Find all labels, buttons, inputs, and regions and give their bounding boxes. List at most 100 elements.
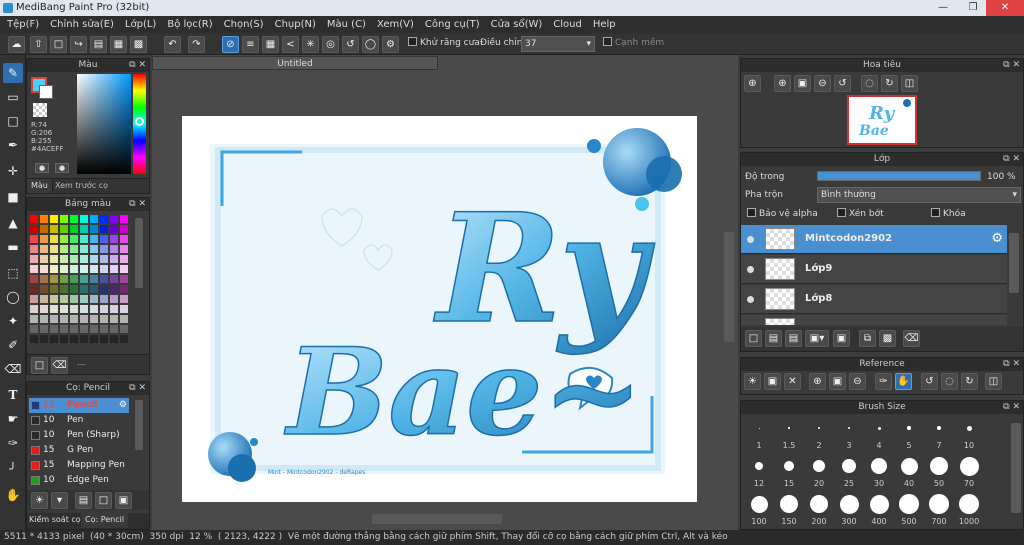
palette-swatch[interactable] <box>110 225 118 233</box>
palette-scrollbar[interactable] <box>135 218 143 288</box>
ref-rotate-left-icon[interactable]: ↺ <box>921 373 938 390</box>
ref-folder-icon[interactable]: ▣ <box>764 373 781 390</box>
transparent-color-swatch[interactable] <box>33 103 47 117</box>
circle-snap-icon[interactable]: ◎ <box>322 36 339 53</box>
palette-swatch[interactable] <box>110 295 118 303</box>
menu-cloud[interactable]: Cloud <box>549 19 589 30</box>
palette-swatch[interactable] <box>90 255 98 263</box>
palette-swatch[interactable] <box>80 285 88 293</box>
curve-snap-icon[interactable]: ↺ <box>342 36 359 53</box>
pen-tool-icon[interactable]: ✒ <box>3 135 23 155</box>
palette-swatch[interactable] <box>40 275 48 283</box>
brush-size-cell[interactable]: 100 <box>744 491 774 529</box>
hue-slider-thumb[interactable] <box>135 117 144 126</box>
brush-size-cell[interactable]: 40 <box>894 453 924 491</box>
palette-swatch[interactable] <box>60 275 68 283</box>
palette-swatch[interactable] <box>40 325 48 333</box>
palette-swatch[interactable] <box>50 245 58 253</box>
background-color-swatch[interactable] <box>39 85 53 99</box>
select-eraser-tool-icon[interactable]: ⌫ <box>3 359 23 379</box>
palette-swatch[interactable] <box>70 325 78 333</box>
brush-size-cell[interactable]: 25 <box>834 453 864 491</box>
palette-swatch[interactable] <box>30 275 38 283</box>
new-halftone-layer-icon[interactable]: ▤ <box>765 330 782 347</box>
palette-swatch[interactable] <box>50 305 58 313</box>
panel-controls-icon[interactable]: ⧉ ✕ <box>129 198 146 211</box>
zoom-out-icon[interactable]: ⊖ <box>814 75 831 92</box>
ellipse-snap-icon[interactable]: ◯ <box>362 36 379 53</box>
gear-icon[interactable]: ⚙ <box>991 231 1003 246</box>
ref-hand-icon[interactable]: ✋ <box>895 373 912 390</box>
ref-zoom-out-icon[interactable]: ⊖ <box>849 373 866 390</box>
operation-tool-icon[interactable]: ☛ <box>3 409 23 429</box>
maximize-button[interactable]: ❐ <box>960 0 986 16</box>
gear-icon[interactable]: ⚙ <box>119 398 127 413</box>
palette-swatch[interactable] <box>30 325 38 333</box>
brush-size-cell[interactable]: 3 <box>834 415 864 453</box>
rotate-reset-icon[interactable]: ◌ <box>861 75 878 92</box>
menu-snap[interactable]: Chụp(N) <box>271 19 323 30</box>
menu-window[interactable]: Cửa sổ(W) <box>487 19 550 30</box>
palette-swatch[interactable] <box>120 245 128 253</box>
brush-size-scrollbar[interactable] <box>1011 423 1021 513</box>
new-8bit-layer-icon[interactable]: ▤ <box>785 330 802 347</box>
sharp-edge-checkbox[interactable]: Cạnh mềm <box>603 37 664 48</box>
cross-snap-icon[interactable]: ▦ <box>262 36 279 53</box>
comment-icon[interactable]: □ <box>50 36 67 53</box>
cloud-icon[interactable]: ☁ <box>8 36 25 53</box>
brush-item[interactable]: 15 G Pen <box>29 443 129 458</box>
palette-swatch[interactable] <box>60 255 68 263</box>
zoom-in-icon[interactable]: ⊕ <box>744 75 761 92</box>
ref-rotate-reset-icon[interactable]: ◌ <box>941 373 958 390</box>
divide-tool-icon[interactable]: ╯ <box>3 459 23 479</box>
palette-swatch[interactable] <box>80 315 88 323</box>
palette-swatch[interactable] <box>70 215 78 223</box>
tab-brush-control[interactable]: Kiểm soát cọ <box>29 515 81 524</box>
move-tool-icon[interactable]: ✛ <box>3 161 23 181</box>
palette-swatch[interactable] <box>100 305 108 313</box>
brush-size-cell[interactable]: 5 <box>894 415 924 453</box>
menu-layer[interactable]: Lớp(L) <box>121 19 163 30</box>
flip-icon[interactable]: ◫ <box>901 75 918 92</box>
palette-swatch[interactable] <box>40 315 48 323</box>
palette-swatch[interactable] <box>100 315 108 323</box>
vanishing-snap-icon[interactable]: < <box>282 36 299 53</box>
select-pen-tool-icon[interactable]: ✐ <box>3 335 23 355</box>
palette-swatch[interactable] <box>60 265 68 273</box>
palette-swatch[interactable] <box>90 295 98 303</box>
palette-swatch[interactable] <box>70 255 78 263</box>
palette-swatch[interactable] <box>120 275 128 283</box>
brush-size-cell[interactable]: 20 <box>804 453 834 491</box>
palette-swatch[interactable] <box>100 295 108 303</box>
brush-size-cell[interactable]: 1.5 <box>774 415 804 453</box>
palette-swatch[interactable] <box>70 235 78 243</box>
palette-swatch[interactable] <box>60 305 68 313</box>
menu-color[interactable]: Màu (C) <box>323 19 373 30</box>
palette-swatch[interactable] <box>50 225 58 233</box>
folder-icon[interactable]: ▣ <box>833 330 850 347</box>
menu-edit[interactable]: Chỉnh sửa(E) <box>46 19 121 30</box>
palette-swatch[interactable] <box>60 295 68 303</box>
panel-controls-icon[interactable]: ⧉ ✕ <box>1003 358 1020 371</box>
brush-size-cell[interactable]: 400 <box>864 491 894 529</box>
text-tool-icon[interactable]: T <box>3 385 23 405</box>
snap-settings-icon[interactable]: ⚙ <box>382 36 399 53</box>
palette-swatch[interactable] <box>110 235 118 243</box>
ref-zoom-in-icon[interactable]: ⊕ <box>809 373 826 390</box>
palette-swatch[interactable] <box>60 285 68 293</box>
palette-swatch[interactable] <box>110 305 118 313</box>
palette-swatch[interactable] <box>100 275 108 283</box>
add-brush-icon[interactable]: ☀ <box>31 492 48 509</box>
palette-swatch[interactable] <box>100 285 108 293</box>
brush-size-cell[interactable]: 150 <box>774 491 804 529</box>
palette-swatch[interactable] <box>30 225 38 233</box>
menu-help[interactable]: Help <box>589 19 623 30</box>
palette-swatch[interactable] <box>120 235 128 243</box>
palette-grid[interactable] <box>29 214 133 350</box>
palette-swatch[interactable] <box>40 305 48 313</box>
ref-rotate-right-icon[interactable]: ↻ <box>961 373 978 390</box>
ref-open-icon[interactable]: ☀ <box>744 373 761 390</box>
palette-swatch[interactable] <box>60 315 68 323</box>
palette-swatch[interactable] <box>80 295 88 303</box>
palette-swatch[interactable] <box>30 285 38 293</box>
